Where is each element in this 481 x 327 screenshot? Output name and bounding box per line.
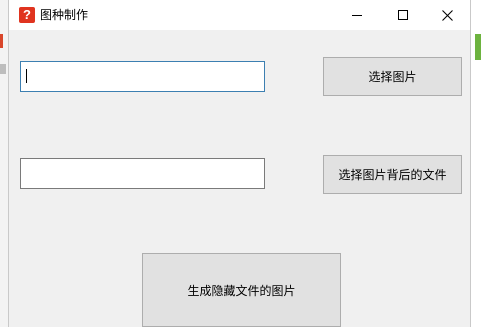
text-caret	[26, 69, 27, 83]
title-bar[interactable]: ? 图种制作	[9, 0, 470, 30]
window-title: 图种制作	[40, 8, 89, 22]
close-icon	[441, 9, 453, 21]
background-green-mark	[475, 34, 481, 60]
minimize-icon	[352, 15, 362, 16]
background-right-edge	[471, 30, 481, 327]
image-path-input[interactable]	[20, 61, 265, 92]
close-button[interactable]	[424, 0, 470, 30]
select-hidden-file-button[interactable]: 选择图片背后的文件	[323, 155, 462, 194]
hidden-file-path-input[interactable]	[20, 158, 265, 189]
background-red-mark	[0, 34, 3, 48]
background-app-edge	[0, 0, 8, 327]
minimize-button[interactable]	[334, 0, 380, 30]
app-window: ? 图种制作 选择图片 选择图片背后的文件 生成隐藏文件的图片	[8, 0, 471, 327]
select-image-button[interactable]: 选择图片	[323, 57, 462, 96]
maximize-button[interactable]	[380, 0, 426, 30]
generate-image-button[interactable]: 生成隐藏文件的图片	[142, 253, 341, 327]
maximize-icon	[398, 10, 408, 20]
background-gray-mark	[0, 64, 6, 74]
app-question-icon: ?	[19, 7, 35, 23]
